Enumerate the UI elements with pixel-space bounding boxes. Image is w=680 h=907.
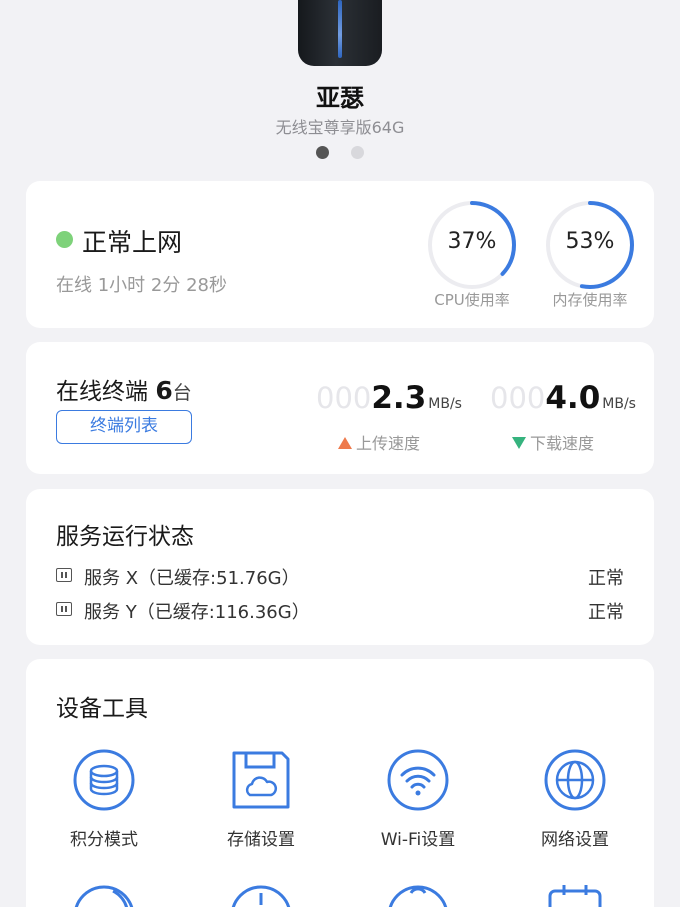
online-terminals-label: 在线终端 bbox=[56, 379, 148, 405]
device-image bbox=[298, 0, 382, 66]
network-status-title: 正常上网 bbox=[82, 228, 183, 257]
wifi-icon bbox=[387, 749, 449, 811]
cpu-usage-label: CPU使用率 bbox=[434, 291, 510, 309]
tool-icon-partial[interactable] bbox=[39, 885, 169, 907]
upload-speed-padding: 000 bbox=[316, 381, 372, 415]
page-dot-1[interactable] bbox=[316, 146, 330, 159]
download-speed: 0004.0 MB/s bbox=[490, 380, 636, 420]
tool-network-settings[interactable]: 网络设置 bbox=[510, 749, 640, 850]
tool-icon-partial[interactable] bbox=[510, 885, 640, 907]
service-status: 正常 bbox=[588, 568, 624, 589]
uptime-text: 在线 1小时 2分 28秒 bbox=[56, 275, 227, 296]
service-icon bbox=[56, 568, 72, 582]
upload-speed-caption: 上传速度 bbox=[338, 430, 420, 454]
terminal-list-button[interactable]: 终端列表 bbox=[56, 410, 192, 444]
tool-icon-partial[interactable] bbox=[196, 885, 326, 907]
upload-speed-value: 2.3 bbox=[371, 380, 427, 416]
tool-icon-partial[interactable] bbox=[353, 885, 483, 907]
download-speed-padding: 000 bbox=[490, 381, 546, 415]
network-status-card: 正常上网 在线 1小时 2分 28秒 37% CPU使用率 53% 内存使用率 bbox=[26, 181, 654, 328]
download-speed-label: 下载速度 bbox=[530, 434, 595, 453]
memory-gauge: 53% bbox=[544, 199, 636, 291]
tool-points-mode[interactable]: 积分模式 bbox=[39, 749, 169, 850]
service-status: 正常 bbox=[588, 602, 624, 623]
online-terminals-card: 在线终端 6台 终端列表 0002.3 MB/s 上传速度 0004.0 MB/s … bbox=[26, 342, 654, 474]
service-icon bbox=[56, 602, 72, 616]
memory-usage-label: 内存使用率 bbox=[552, 291, 628, 309]
tool-label: Wi-Fi设置 bbox=[380, 830, 456, 850]
download-speed-value: 4.0 bbox=[545, 380, 601, 416]
device-model: 无线宝尊享版64G bbox=[275, 118, 405, 137]
coin-stack-icon bbox=[73, 749, 135, 811]
tool-wifi-settings[interactable]: Wi-Fi设置 bbox=[353, 749, 483, 850]
user-tool-icon bbox=[388, 885, 448, 907]
cpu-usage-value: 37% bbox=[447, 229, 497, 254]
page: 亚瑟 无线宝尊享版64G 正常上网 在线 1小时 2分 28秒 37% CPU使… bbox=[0, 0, 680, 907]
tool-label: 网络设置 bbox=[541, 830, 609, 850]
online-terminals-unit: 台 bbox=[172, 382, 192, 404]
memory-usage-value: 53% bbox=[565, 229, 615, 254]
download-speed-caption: 下载速度 bbox=[512, 430, 594, 454]
tool-label: 存储设置 bbox=[227, 830, 295, 850]
page-indicator bbox=[0, 144, 680, 163]
upload-speed: 0002.3 MB/s bbox=[316, 380, 462, 420]
service-row[interactable]: 服务 Y（已缓存:116.36G） 正常 bbox=[56, 598, 624, 623]
tool-label: 积分模式 bbox=[70, 830, 138, 850]
cpu-gauge: 37% bbox=[426, 199, 518, 291]
online-terminals-title: 在线终端 6台 bbox=[56, 372, 192, 406]
upload-speed-unit: MB/s bbox=[428, 396, 462, 412]
online-terminals-count: 6 bbox=[155, 376, 173, 405]
globe-icon bbox=[544, 749, 606, 811]
service-name: 服务 Y（已缓存:116.36G） bbox=[84, 602, 310, 623]
download-tool-icon bbox=[231, 885, 291, 907]
online-status-icon bbox=[56, 231, 73, 248]
upload-speed-label: 上传速度 bbox=[356, 434, 421, 453]
tool-storage-settings[interactable]: 存储设置 bbox=[196, 749, 326, 850]
upload-arrow-icon bbox=[338, 437, 352, 449]
download-arrow-icon bbox=[512, 437, 526, 449]
device-name: 亚瑟 bbox=[316, 84, 364, 112]
device-tools-card: 设备工具 积分模式 存储设置 Wi-Fi设置 网络设置 bbox=[26, 659, 654, 907]
service-status-card: 服务运行状态 服务 X（已缓存:51.76G） 正常 服务 Y（已缓存:116.… bbox=[26, 489, 654, 645]
download-speed-unit: MB/s bbox=[602, 396, 636, 412]
page-dot-2[interactable] bbox=[350, 146, 364, 159]
service-row[interactable]: 服务 X（已缓存:51.76G） 正常 bbox=[56, 564, 624, 589]
service-status-title: 服务运行状态 bbox=[56, 524, 194, 550]
device-tools-title: 设备工具 bbox=[56, 696, 148, 722]
gauge-tool-icon bbox=[74, 885, 134, 907]
service-name: 服务 X（已缓存:51.76G） bbox=[84, 568, 300, 589]
calendar-icon bbox=[548, 885, 602, 907]
storage-icon bbox=[232, 751, 290, 809]
